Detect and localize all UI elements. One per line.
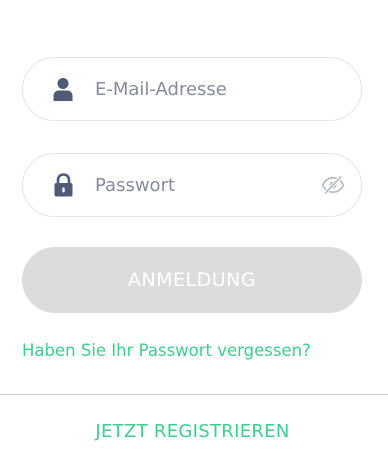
forgot-password-link[interactable]: Haben Sie Ihr Passwort vergessen? bbox=[22, 341, 311, 360]
email-field-container[interactable] bbox=[22, 57, 362, 121]
password-input[interactable] bbox=[95, 154, 315, 216]
password-field-container[interactable] bbox=[22, 153, 362, 217]
email-input[interactable] bbox=[95, 58, 315, 120]
eye-slash-icon[interactable] bbox=[321, 175, 345, 195]
login-button[interactable]: ANMELDUNG bbox=[22, 247, 362, 313]
register-link[interactable]: JETZT REGISTRIEREN bbox=[0, 421, 385, 442]
divider bbox=[0, 394, 388, 395]
user-icon bbox=[52, 76, 74, 102]
lock-icon bbox=[52, 172, 74, 198]
